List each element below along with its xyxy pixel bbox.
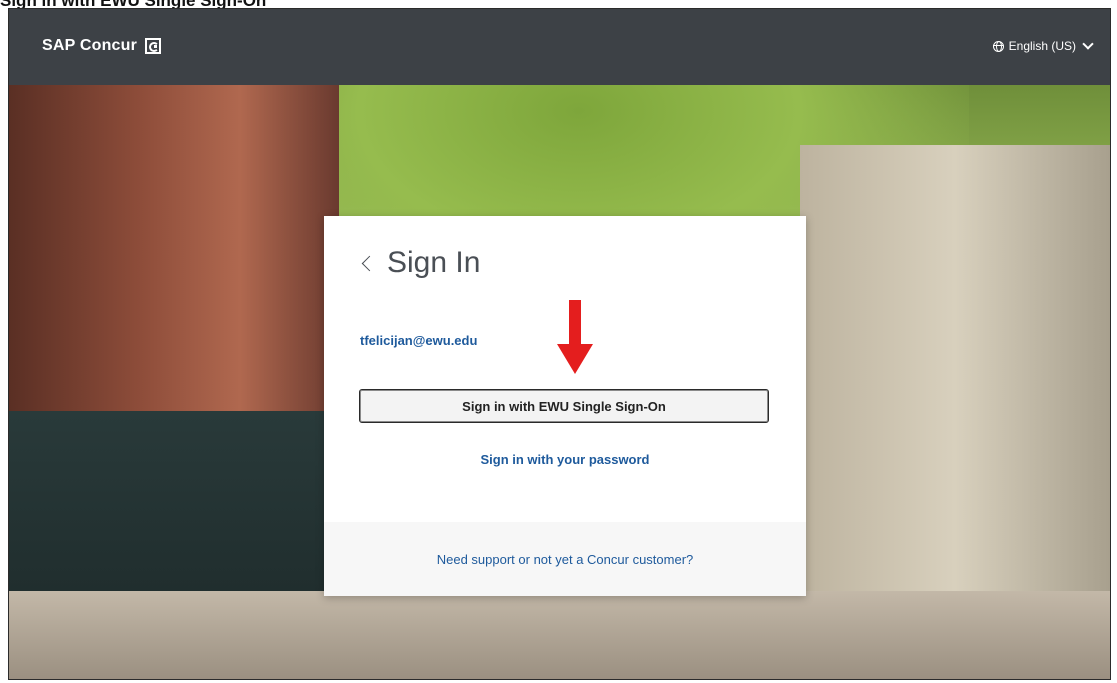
- back-to-signin[interactable]: Sign In: [360, 246, 480, 280]
- brand-name: SAP Concur: [42, 37, 138, 54]
- globe-icon: [992, 40, 1004, 52]
- brand: SAP Concur: [42, 37, 162, 55]
- user-email: tfelicijan@ewu.edu: [360, 333, 478, 348]
- browser-frame: SAP Concur English (US) Sign In tfelicij…: [8, 8, 1111, 680]
- password-signin-link[interactable]: Sign in with your password: [324, 452, 806, 467]
- red-down-arrow-icon: [557, 300, 593, 376]
- concur-logo-icon: [145, 38, 162, 54]
- top-navigation-bar: SAP Concur English (US): [9, 9, 1110, 85]
- support-link[interactable]: Need support or not yet a Concur custome…: [324, 522, 806, 596]
- language-label: English (US): [1008, 39, 1076, 53]
- signin-card: Sign In tfelicijan@ewu.edu Sign in with …: [324, 216, 806, 596]
- chevron-down-icon: [1082, 38, 1094, 50]
- page-title: Sign In: [387, 246, 481, 279]
- sso-signin-button[interactable]: Sign in with EWU Single Sign-On: [359, 389, 769, 423]
- plaza-ground: [9, 591, 1110, 679]
- chevron-left-icon: [361, 255, 378, 271]
- clipped-caption-text: Sign in with EWU Single Sign-On: [0, 0, 1117, 8]
- language-selector[interactable]: English (US): [992, 38, 1094, 53]
- background-photo: Sign In tfelicijan@ewu.edu Sign in with …: [9, 85, 1110, 679]
